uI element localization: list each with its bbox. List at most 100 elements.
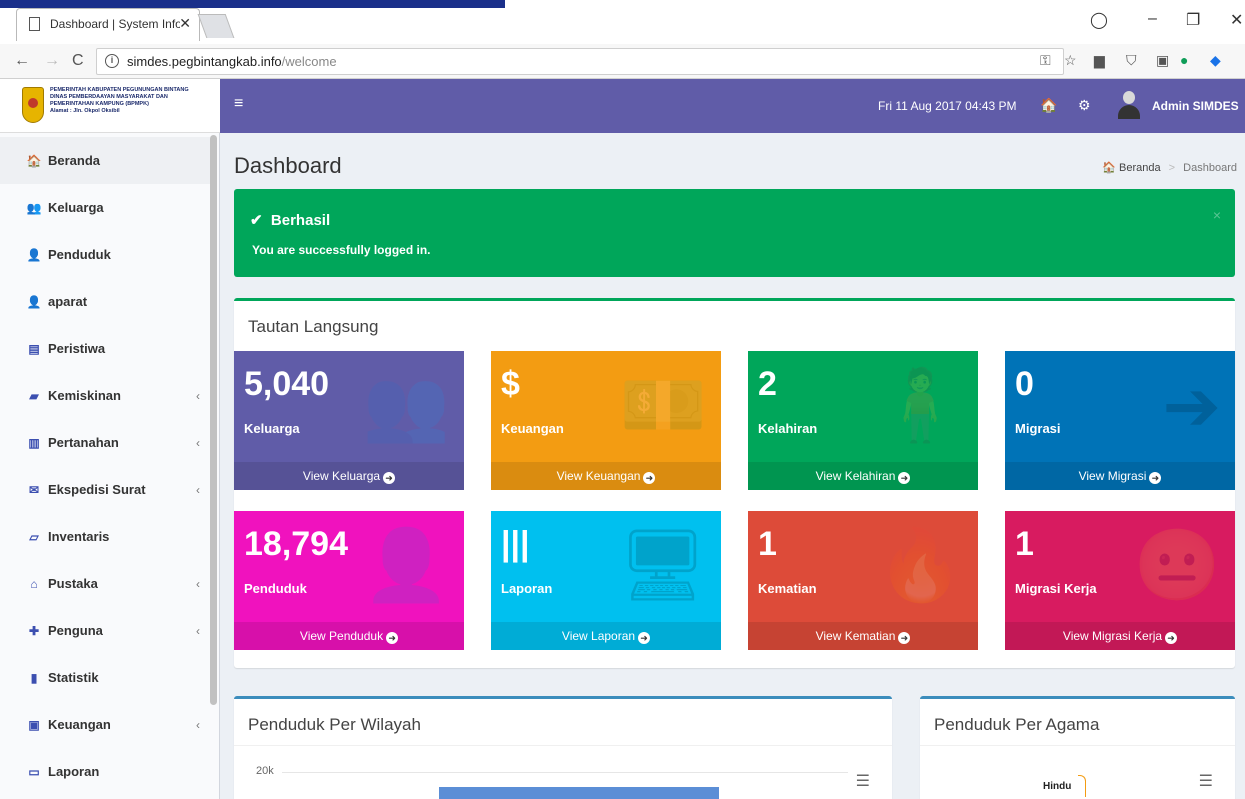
back-icon[interactable]: ←: [14, 52, 30, 70]
sidebar-item-pertanahan[interactable]: ▥ Pertanahan ‹: [0, 419, 210, 466]
sidebar-item-keuangan[interactable]: ▣ Keuangan ‹: [0, 701, 210, 748]
book-icon: ▰: [29, 388, 39, 403]
sidebar-item-label: Peristiwa: [48, 341, 106, 356]
forward-icon[interactable]: →: [44, 52, 60, 70]
gridline: [282, 772, 848, 773]
chart-bar[interactable]: [439, 787, 719, 799]
sidebar-item-pustaka[interactable]: ⌂ Pustaka ‹: [0, 560, 210, 607]
sidebar-item-kemiskinan[interactable]: ▰ Kemiskinan ‹: [0, 372, 210, 419]
tile-link[interactable]: View Migrasi Kerja ➜: [1005, 622, 1235, 650]
tile-link[interactable]: View Kematian ➜: [748, 622, 978, 650]
menu-toggle-icon[interactable]: ≡: [234, 95, 243, 113]
y-axis-tick: 20k: [256, 765, 274, 777]
grammarly-icon[interactable]: ●: [1180, 52, 1188, 68]
alert-heading-text: Berhasil: [270, 212, 331, 229]
arrow-circle-right-icon: ➜: [898, 472, 911, 484]
sidebar-item-aparat[interactable]: 👤 aparat: [0, 278, 210, 325]
tile-link-label: View Penduduk: [299, 629, 384, 643]
arrow-circle-right-icon: ➜: [1165, 632, 1178, 644]
url-text: simdes.pegbintangkab.info/welcome: [127, 54, 337, 69]
new-tab-button[interactable]: [197, 14, 235, 38]
extension-a-icon[interactable]: ▣: [1156, 52, 1169, 69]
sidebar-item-penduduk[interactable]: 👤 Penduduk: [0, 231, 210, 278]
url-field[interactable]: i simdes.pegbintangkab.info/welcome: [96, 48, 1064, 75]
tile-value: 0: [1015, 365, 1034, 403]
tile-penduduk: 18,794 Penduduk 👤 View Penduduk ➜: [234, 511, 464, 650]
pie-label: Hindu: [1043, 781, 1072, 792]
meh-icon: 😐: [1133, 526, 1221, 604]
folder-open-icon: ▱: [29, 529, 39, 544]
tile-link[interactable]: View Penduduk ➜: [234, 622, 464, 650]
chevron-left-icon[interactable]: ‹: [196, 624, 200, 638]
info-icon[interactable]: i: [105, 54, 119, 68]
tile-laporan: ||| Laporan 🖥 View Laporan ➜: [491, 511, 721, 650]
sidebar-item-keluarga[interactable]: 👥 Keluarga: [0, 184, 210, 231]
alert-message: You are successfully logged in.: [252, 243, 431, 257]
gears-icon[interactable]: ⚙: [1078, 97, 1091, 114]
tile-link[interactable]: View Keuangan ➜: [491, 462, 721, 490]
sidebar-item-inventaris[interactable]: ▱ Inventaris: [0, 513, 210, 560]
sidebar-item-peristiwa[interactable]: ▤ Peristiwa: [0, 325, 210, 372]
hamburger-menu-icon[interactable]: ☰: [1199, 771, 1213, 791]
tab-strip: Dashboard | System Infor ✕ ◯ – ❐ ✕: [0, 0, 1245, 44]
alert-close-icon[interactable]: ×: [1213, 207, 1221, 223]
key-icon[interactable]: ⚿: [1040, 52, 1051, 69]
logo-text: PEMERINTAH KABUPATEN PEGUNUNGAN BINTANG …: [50, 87, 215, 115]
sidebar-item-laporan[interactable]: ▭ Laporan: [0, 748, 210, 795]
avatar[interactable]: [1118, 91, 1140, 119]
hamburger-menu-icon[interactable]: ☰: [856, 771, 870, 791]
newspaper-icon: ▤: [28, 341, 40, 356]
page: PEMERINTAH KABUPATEN PEGUNUNGAN BINTANG …: [0, 79, 1245, 799]
content: Dashboard 🏠 Beranda > Dashboard ✔ Berhas…: [220, 133, 1245, 799]
extension-diamond-icon[interactable]: ◆: [1210, 52, 1221, 69]
url-path: /welcome: [281, 54, 337, 69]
address-bar: ← → C i simdes.pegbintangkab.info/welcom…: [0, 44, 1245, 79]
tautan-langsung-box: Tautan Langsung 5,040 Keluarga 👥 View Kelua…: [234, 298, 1235, 668]
minimize-icon[interactable]: –: [1148, 10, 1157, 28]
extension-icon[interactable]: ▆: [1094, 52, 1105, 69]
backdrop-corner: [0, 0, 505, 8]
chevron-left-icon[interactable]: ‹: [196, 436, 200, 450]
sidebar-item-ekspedisi-surat[interactable]: ✉ Ekspedisi Surat ‹: [0, 466, 210, 513]
chevron-left-icon[interactable]: ‹: [196, 577, 200, 591]
tile-value: $: [501, 365, 520, 403]
logo[interactable]: PEMERINTAH KABUPATEN PEGUNUNGAN BINTANG …: [0, 79, 220, 133]
reload-icon[interactable]: C: [72, 52, 84, 70]
tile-label: Kelahiran: [758, 421, 818, 436]
tile-migrasi: 0 Migrasi ➔ View Migrasi ➜: [1005, 351, 1235, 490]
sidebar-scrollbar[interactable]: [210, 135, 217, 705]
tile-link[interactable]: View Kelahiran ➜: [748, 462, 978, 490]
divider: [920, 745, 1235, 746]
tab-close-icon[interactable]: ✕: [179, 15, 191, 32]
chevron-left-icon[interactable]: ‹: [196, 389, 200, 403]
browser-tab[interactable]: Dashboard | System Infor ✕: [16, 8, 200, 41]
sidebar-item-penguna[interactable]: ✚ Penguna ‹: [0, 607, 210, 654]
box-title: Penduduk Per Wilayah: [248, 715, 421, 734]
restore-icon[interactable]: ❐: [1186, 10, 1200, 30]
user-name[interactable]: Admin SIMDES: [1152, 99, 1239, 113]
divider: [234, 745, 892, 746]
tile-keuangan: $ Keuangan 💵 View Keuangan ➜: [491, 351, 721, 490]
chevron-left-icon[interactable]: ‹: [196, 718, 200, 732]
profile-icon[interactable]: ◯: [1090, 10, 1108, 30]
sidebar-item-statistik[interactable]: ▮ Statistik: [0, 654, 210, 701]
sidebar-item-label: Keuangan: [48, 717, 111, 732]
home-icon[interactable]: 🏠: [1040, 97, 1057, 114]
arrow-circle-right-icon: ➜: [1149, 472, 1162, 484]
tile-keluarga: 5,040 Keluarga 👥 View Keluarga ➜: [234, 351, 464, 490]
tile-link[interactable]: View Keluarga ➜: [234, 462, 464, 490]
sidebar-item-beranda[interactable]: 🏠 Beranda: [0, 137, 210, 184]
envelope-icon: ✉: [28, 482, 40, 497]
tile-value: 18,794: [244, 525, 348, 563]
tile-label: Migrasi Kerja: [1015, 581, 1097, 596]
url-host: simdes.pegbintangkab.info: [127, 54, 282, 69]
arrow-circle-right-icon: ➜: [638, 632, 651, 644]
breadcrumb-home[interactable]: Beranda: [1119, 162, 1161, 174]
chevron-left-icon[interactable]: ‹: [196, 483, 200, 497]
window-close-icon[interactable]: ✕: [1230, 10, 1243, 30]
sidebar-item-label: Ekspedisi Surat: [48, 482, 146, 497]
tile-link[interactable]: View Laporan ➜: [491, 622, 721, 650]
shield-icon[interactable]: ⛉: [1126, 52, 1137, 69]
tile-link[interactable]: View Migrasi ➜: [1005, 462, 1235, 490]
star-icon[interactable]: ☆: [1064, 52, 1077, 69]
